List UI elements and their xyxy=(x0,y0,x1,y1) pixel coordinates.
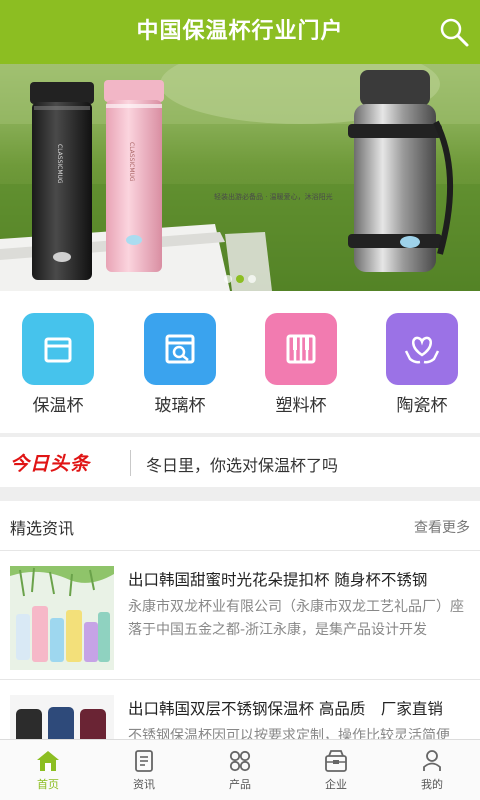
tab-enterprise[interactable]: 企业 xyxy=(288,740,384,800)
svg-text:CLASSICMUG: CLASSICMUG xyxy=(128,142,135,182)
app-header: 中国保温杯行业门户 xyxy=(0,0,480,64)
svg-text:CLASSICMUG: CLASSICMUG xyxy=(56,144,63,184)
banner-dot-active[interactable] xyxy=(236,275,244,283)
news-thumbnail xyxy=(10,695,114,739)
category-label: 塑料杯 xyxy=(275,396,327,416)
heart-hands-icon xyxy=(386,313,458,385)
user-icon xyxy=(423,750,441,771)
bottom-tab-bar: 首页 资讯 产品 企业 我的 xyxy=(0,739,480,800)
banner-dot[interactable] xyxy=(248,275,256,283)
enterprise-icon xyxy=(325,750,347,772)
tab-label: 首页 xyxy=(37,778,59,791)
category-label: 陶瓷杯 xyxy=(396,396,448,416)
banner-pagination[interactable] xyxy=(0,268,480,287)
tab-label: 资讯 xyxy=(133,778,155,791)
category-plastic-cup[interactable]: 塑料杯 xyxy=(264,313,338,416)
tab-label: 产品 xyxy=(229,778,251,791)
news-item[interactable]: 出口韩国双层不锈钢保温杯 高品质 厂家直销 不锈钢保温杯因可以按要求定制，操作比… xyxy=(0,681,480,739)
category-grid: 保温杯 玻璃杯 塑料杯 陶瓷杯 xyxy=(0,291,480,433)
news-title: 出口韩国双层不锈钢保温杯 高品质 厂家直销 xyxy=(128,700,443,718)
news-item[interactable]: 出口韩国甜蜜时光花朵提扣杯 随身杯不锈钢 永康市双龙杯业有限公司（永康市双龙工艺… xyxy=(0,552,480,680)
headline-link[interactable]: 冬日里，你选对保温杯了吗 xyxy=(146,452,338,476)
tab-home[interactable]: 首页 xyxy=(0,740,96,800)
news-section-header: 精选资讯 查看更多 xyxy=(0,501,480,551)
grid-icon xyxy=(229,750,251,772)
piano-icon xyxy=(265,313,337,385)
tab-news[interactable]: 资讯 xyxy=(96,740,192,800)
search-icon[interactable] xyxy=(436,14,472,50)
headline-divider xyxy=(130,450,131,476)
home-icon xyxy=(37,751,59,771)
news-summary: 不锈钢保温杯因可以按要求定制，操作比较灵活简便 xyxy=(128,728,450,739)
tab-label: 我的 xyxy=(421,778,443,791)
tab-label: 企业 xyxy=(325,778,347,791)
view-more-link[interactable]: 查看更多 xyxy=(414,517,470,537)
category-label: 玻璃杯 xyxy=(154,396,206,416)
news-summary: 永康市双龙杯业有限公司（永康市双龙工艺礼品厂）座落于中国五金之都-浙江永康，是集… xyxy=(128,599,464,638)
tab-profile[interactable]: 我的 xyxy=(384,740,480,800)
news-thumbnail xyxy=(10,566,114,670)
category-ceramic-cup[interactable]: 陶瓷杯 xyxy=(385,313,459,416)
banner-dot[interactable] xyxy=(224,275,232,283)
section-title: 精选资讯 xyxy=(10,519,75,538)
search-box-icon xyxy=(144,313,216,385)
category-label: 保温杯 xyxy=(32,396,84,416)
headline-logo: 今日头条 xyxy=(10,453,91,475)
category-glass-cup[interactable]: 玻璃杯 xyxy=(143,313,217,416)
promo-banner[interactable]: CLASSICMUG CLASSICMUG 轻装出游必备品 · 温暖爱心，沐浴阳… xyxy=(0,64,480,291)
box-icon xyxy=(22,313,94,385)
divider xyxy=(0,487,480,501)
headline-strip: 今日头条 冬日里，你选对保温杯了吗 xyxy=(0,437,480,487)
banner-caption: 轻装出游必备品 · 温暖爱心，沐浴阳光 xyxy=(214,193,333,201)
banner-image: CLASSICMUG CLASSICMUG xyxy=(0,64,480,291)
page-title: 中国保温杯行业门户 xyxy=(136,19,344,44)
tab-products[interactable]: 产品 xyxy=(192,740,288,800)
category-insulated-cup[interactable]: 保温杯 xyxy=(21,313,95,416)
news-title: 出口韩国甜蜜时光花朵提扣杯 随身杯不锈钢 xyxy=(128,571,428,589)
news-icon xyxy=(135,750,153,772)
